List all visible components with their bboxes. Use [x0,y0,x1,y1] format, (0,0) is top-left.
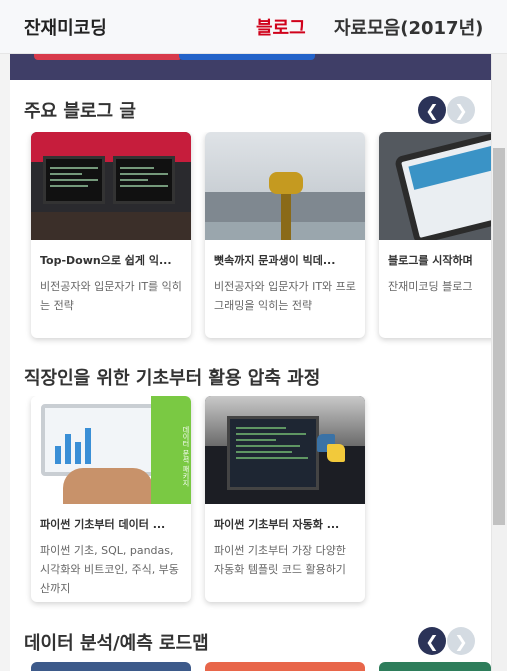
hero-secondary-button[interactable] [179,54,315,60]
blog-card[interactable]: 뼛속까지 문과생이 빅데... 비전공자와 입문자가 IT와 프로그래밍을 익히… [205,132,365,338]
chevron-left-icon: ❮ [425,631,439,651]
thumbnail-caption: 데이터 분석 패키지 [151,396,191,504]
carousel-next-button[interactable]: ❯ [447,96,475,124]
section-title-courses: 직장인을 위한 기초부터 활용 압축 과정 [24,368,321,389]
card-thumbnail [379,132,491,240]
featured-carousel: Top-Down으로 쉽게 익... 비전공자와 입문자가 IT를 익히는 전략… [10,132,491,346]
card-title: Top-Down으로 쉽게 익... [40,254,172,267]
scrollbar-thumb[interactable] [493,148,505,525]
card-description: 파이썬 기초, SQL, pandas, 시각화와 비트코인, 주식, 부동산까… [40,544,179,595]
card-title: 파이썬 기초부터 데이터 ... [40,518,166,531]
carousel-prev-button[interactable]: ❮ [418,627,446,655]
card-description: 비전공자와 입문자가 IT와 프로그래밍을 익히는 전략 [214,280,356,312]
card-title: 뼛속까지 문과생이 빅데... [214,254,336,267]
card-title: 파이썬 기초부터 자동화 ... [214,518,340,531]
card-description: 잔재미코딩 블로그 [388,280,473,293]
blog-card[interactable]: 블로그를 시작하며 잔재미코딩 블로그 [379,132,491,338]
roadmap-card[interactable] [205,662,365,671]
hero-banner [10,54,491,80]
roadmap-card[interactable] [31,662,191,671]
section-title-roadmap: 데이터 분석/예측 로드맵 [24,633,209,654]
carousel-next-button[interactable]: ❯ [447,627,475,655]
nav-link-blog[interactable]: 블로그 [256,14,306,40]
blog-card[interactable]: Top-Down으로 쉽게 익... 비전공자와 입문자가 IT를 익히는 전략 [31,132,191,338]
brand-logo-text[interactable]: 잔재미코딩 [24,14,107,40]
chevron-right-icon: ❯ [454,100,468,120]
top-navbar: 잔재미코딩 블로그 자료모음(2017년) [0,0,507,54]
carousel-prev-button[interactable]: ❮ [418,96,446,124]
card-thumbnail: 데이터 분석 패키지 [31,396,191,504]
roadmap-card[interactable] [379,662,491,671]
card-title: 블로그를 시작하며 [388,254,473,267]
left-gutter [0,54,10,671]
course-card[interactable]: 파이썬 기초부터 자동화 ... 파이썬 기초부터 가장 다양한 자동화 템플릿… [205,396,365,602]
card-thumbnail [205,396,365,504]
card-thumbnail [31,132,191,240]
card-description: 비전공자와 입문자가 IT를 익히는 전략 [40,280,182,312]
courses-carousel: 데이터 분석 패키지 파이썬 기초부터 데이터 ... 파이썬 기초, SQL,… [10,396,491,610]
hero-primary-button[interactable] [34,54,182,60]
card-thumbnail [205,132,365,240]
chevron-right-icon: ❯ [454,631,468,651]
chevron-left-icon: ❮ [425,100,439,120]
section-title-featured: 주요 블로그 글 [24,101,136,122]
course-card[interactable]: 데이터 분석 패키지 파이썬 기초부터 데이터 ... 파이썬 기초, SQL,… [31,396,191,602]
card-description: 파이썬 기초부터 가장 다양한 자동화 템플릿 코드 활용하기 [214,544,346,576]
nav-link-archive[interactable]: 자료모음(2017년) [334,14,483,40]
